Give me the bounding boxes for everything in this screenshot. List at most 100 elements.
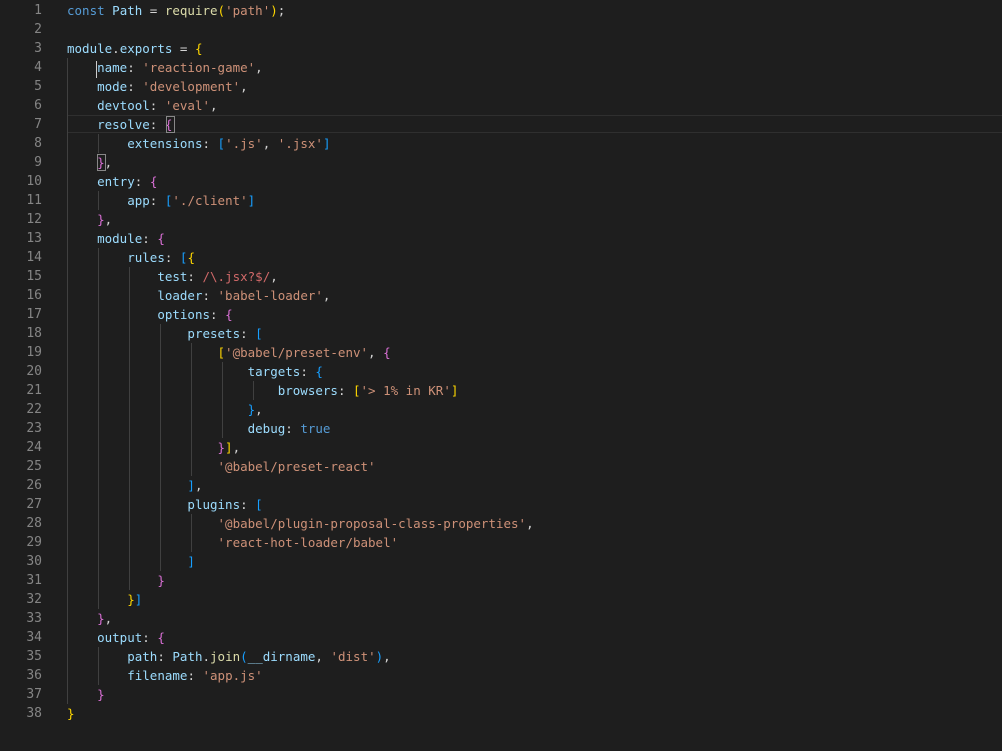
code-line[interactable]: 29 'react-hot-loader/babel' [0, 533, 1002, 552]
code-line[interactable]: 19 ['@babel/preset-env', { [0, 343, 1002, 362]
line-code[interactable]: const Path = require('path'); [67, 1, 285, 20]
code-line[interactable]: 16 loader: 'babel-loader', [0, 286, 1002, 305]
code-line[interactable]: 37 } [0, 685, 1002, 704]
line-code[interactable]: '@babel/plugin-proposal-class-properties… [67, 514, 534, 533]
code-token: [ [255, 326, 263, 341]
line-code[interactable]: }, [67, 609, 112, 628]
code-line[interactable]: 1 const Path = require('path'); [0, 1, 1002, 20]
code-line[interactable]: 27 plugins: [ [0, 495, 1002, 514]
code-token: name [97, 60, 128, 75]
code-line[interactable]: 31 } [0, 571, 1002, 590]
line-number: 30 [26, 554, 42, 569]
line-code[interactable]: 'react-hot-loader/babel' [67, 533, 399, 552]
code-line[interactable]: 5 mode: 'development', [0, 77, 1002, 96]
code-line[interactable]: 18 presets: [ [0, 324, 1002, 343]
code-token: ] [187, 554, 195, 569]
line-code[interactable]: ] [67, 552, 195, 571]
code-line[interactable]: 26 ], [0, 476, 1002, 495]
code-line[interactable]: 28 '@babel/plugin-proposal-class-propert… [0, 514, 1002, 533]
code-token: plugins [187, 497, 241, 512]
code-token: /\.jsx?$/ [202, 269, 271, 284]
line-code[interactable]: module: { [67, 229, 165, 248]
code-line[interactable]: 25 '@babel/preset-react' [0, 457, 1002, 476]
line-code[interactable]: loader: 'babel-loader', [67, 286, 330, 305]
line-code[interactable]: output: { [67, 628, 165, 647]
line-code[interactable]: presets: [ [67, 324, 263, 343]
line-code[interactable]: }, [67, 210, 112, 229]
code-token: 'react-hot-loader/babel' [217, 535, 399, 550]
code-line[interactable]: 14 rules: [{ [0, 248, 1002, 267]
line-code[interactable]: }, [67, 400, 263, 419]
line-code[interactable]: filename: 'app.js' [67, 666, 263, 685]
code-line[interactable]: 33 }, [0, 609, 1002, 628]
code-line[interactable]: 2 [0, 20, 1002, 39]
line-code[interactable]: resolve: { [67, 115, 172, 134]
line-code[interactable]: } [67, 571, 165, 590]
code-line[interactable]: 32 }] [0, 590, 1002, 609]
code-token: 'reaction-game' [142, 60, 256, 75]
line-code[interactable]: '@babel/preset-react' [67, 457, 376, 476]
code-line[interactable]: 17 options: { [0, 305, 1002, 324]
code-token: , [104, 212, 113, 227]
line-code[interactable]: entry: { [67, 172, 157, 191]
code-line[interactable]: 36 filename: 'app.js' [0, 666, 1002, 685]
code-line[interactable]: 10 entry: { [0, 172, 1002, 191]
code-line[interactable]: 9 }, [0, 153, 1002, 172]
line-code[interactable]: app: ['./client'] [67, 191, 255, 210]
code-line[interactable]: 6 devtool: 'eval', [0, 96, 1002, 115]
code-token: ( [240, 649, 248, 664]
line-code[interactable]: test: /\.jsx?$/, [67, 267, 277, 286]
code-line[interactable]: 8 extensions: ['.js', '.jsx'] [0, 134, 1002, 153]
line-code[interactable]: devtool: 'eval', [67, 96, 217, 115]
code-line[interactable]: 23 debug: true [0, 419, 1002, 438]
code-line[interactable]: 38} [0, 704, 1002, 723]
line-code[interactable]: }], [67, 438, 241, 457]
code-line[interactable]: 30 ] [0, 552, 1002, 571]
line-code[interactable]: module.exports = { [67, 39, 202, 58]
code-line[interactable]: 21 browsers: ['> 1% in KR'] [0, 381, 1002, 400]
line-code[interactable]: plugins: [ [67, 495, 262, 514]
line-code[interactable]: browsers: ['> 1% in KR'] [67, 381, 459, 400]
line-code[interactable]: } [67, 685, 105, 704]
code-token: : [164, 250, 180, 265]
code-line[interactable]: 3 module.exports = { [0, 39, 1002, 58]
line-code[interactable]: debug: true [67, 419, 331, 438]
code-editor[interactable]: 1 const Path = require('path'); 2 3 module.e… [0, 0, 1002, 751]
line-code[interactable]: path: Path.join(__dirname, 'dist'), [67, 647, 390, 666]
line-code[interactable]: targets: { [67, 362, 323, 381]
line-code[interactable]: rules: [{ [67, 248, 195, 267]
code-line[interactable]: 20 targets: { [0, 362, 1002, 381]
code-line[interactable]: 4 name: 'reaction-game', [0, 58, 1002, 77]
code-line[interactable]: 7 resolve: { [0, 115, 1002, 134]
line-code[interactable]: ], [67, 476, 202, 495]
line-code[interactable]: mode: 'development', [67, 77, 248, 96]
code-token: , [194, 478, 203, 493]
code-line[interactable]: 22 }, [0, 400, 1002, 419]
line-code[interactable]: ['@babel/preset-env', { [67, 343, 391, 362]
code-token: : [240, 497, 256, 512]
code-line[interactable]: 13 module: { [0, 229, 1002, 248]
code-line[interactable]: 11 app: ['./client'] [0, 191, 1002, 210]
code-line[interactable]: 12 }, [0, 210, 1002, 229]
code-line[interactable]: 34 output: { [0, 628, 1002, 647]
code-token: : [202, 136, 218, 151]
code-line[interactable]: 24 }], [0, 438, 1002, 457]
code-token: join [210, 649, 241, 664]
line-number: 37 [26, 687, 42, 702]
code-token: 'development' [142, 79, 241, 94]
code-token: , [232, 440, 241, 455]
line-code[interactable]: } [67, 704, 75, 723]
line-code[interactable]: extensions: ['.js', '.jsx'] [67, 134, 330, 153]
code-line[interactable]: 15 test: /\.jsx?$/, [0, 267, 1002, 286]
line-code[interactable]: options: { [67, 305, 232, 324]
line-code[interactable]: }] [67, 590, 142, 609]
code-line[interactable]: 35 path: Path.join(__dirname, 'dist'), [0, 647, 1002, 666]
line-number: 23 [26, 421, 42, 436]
